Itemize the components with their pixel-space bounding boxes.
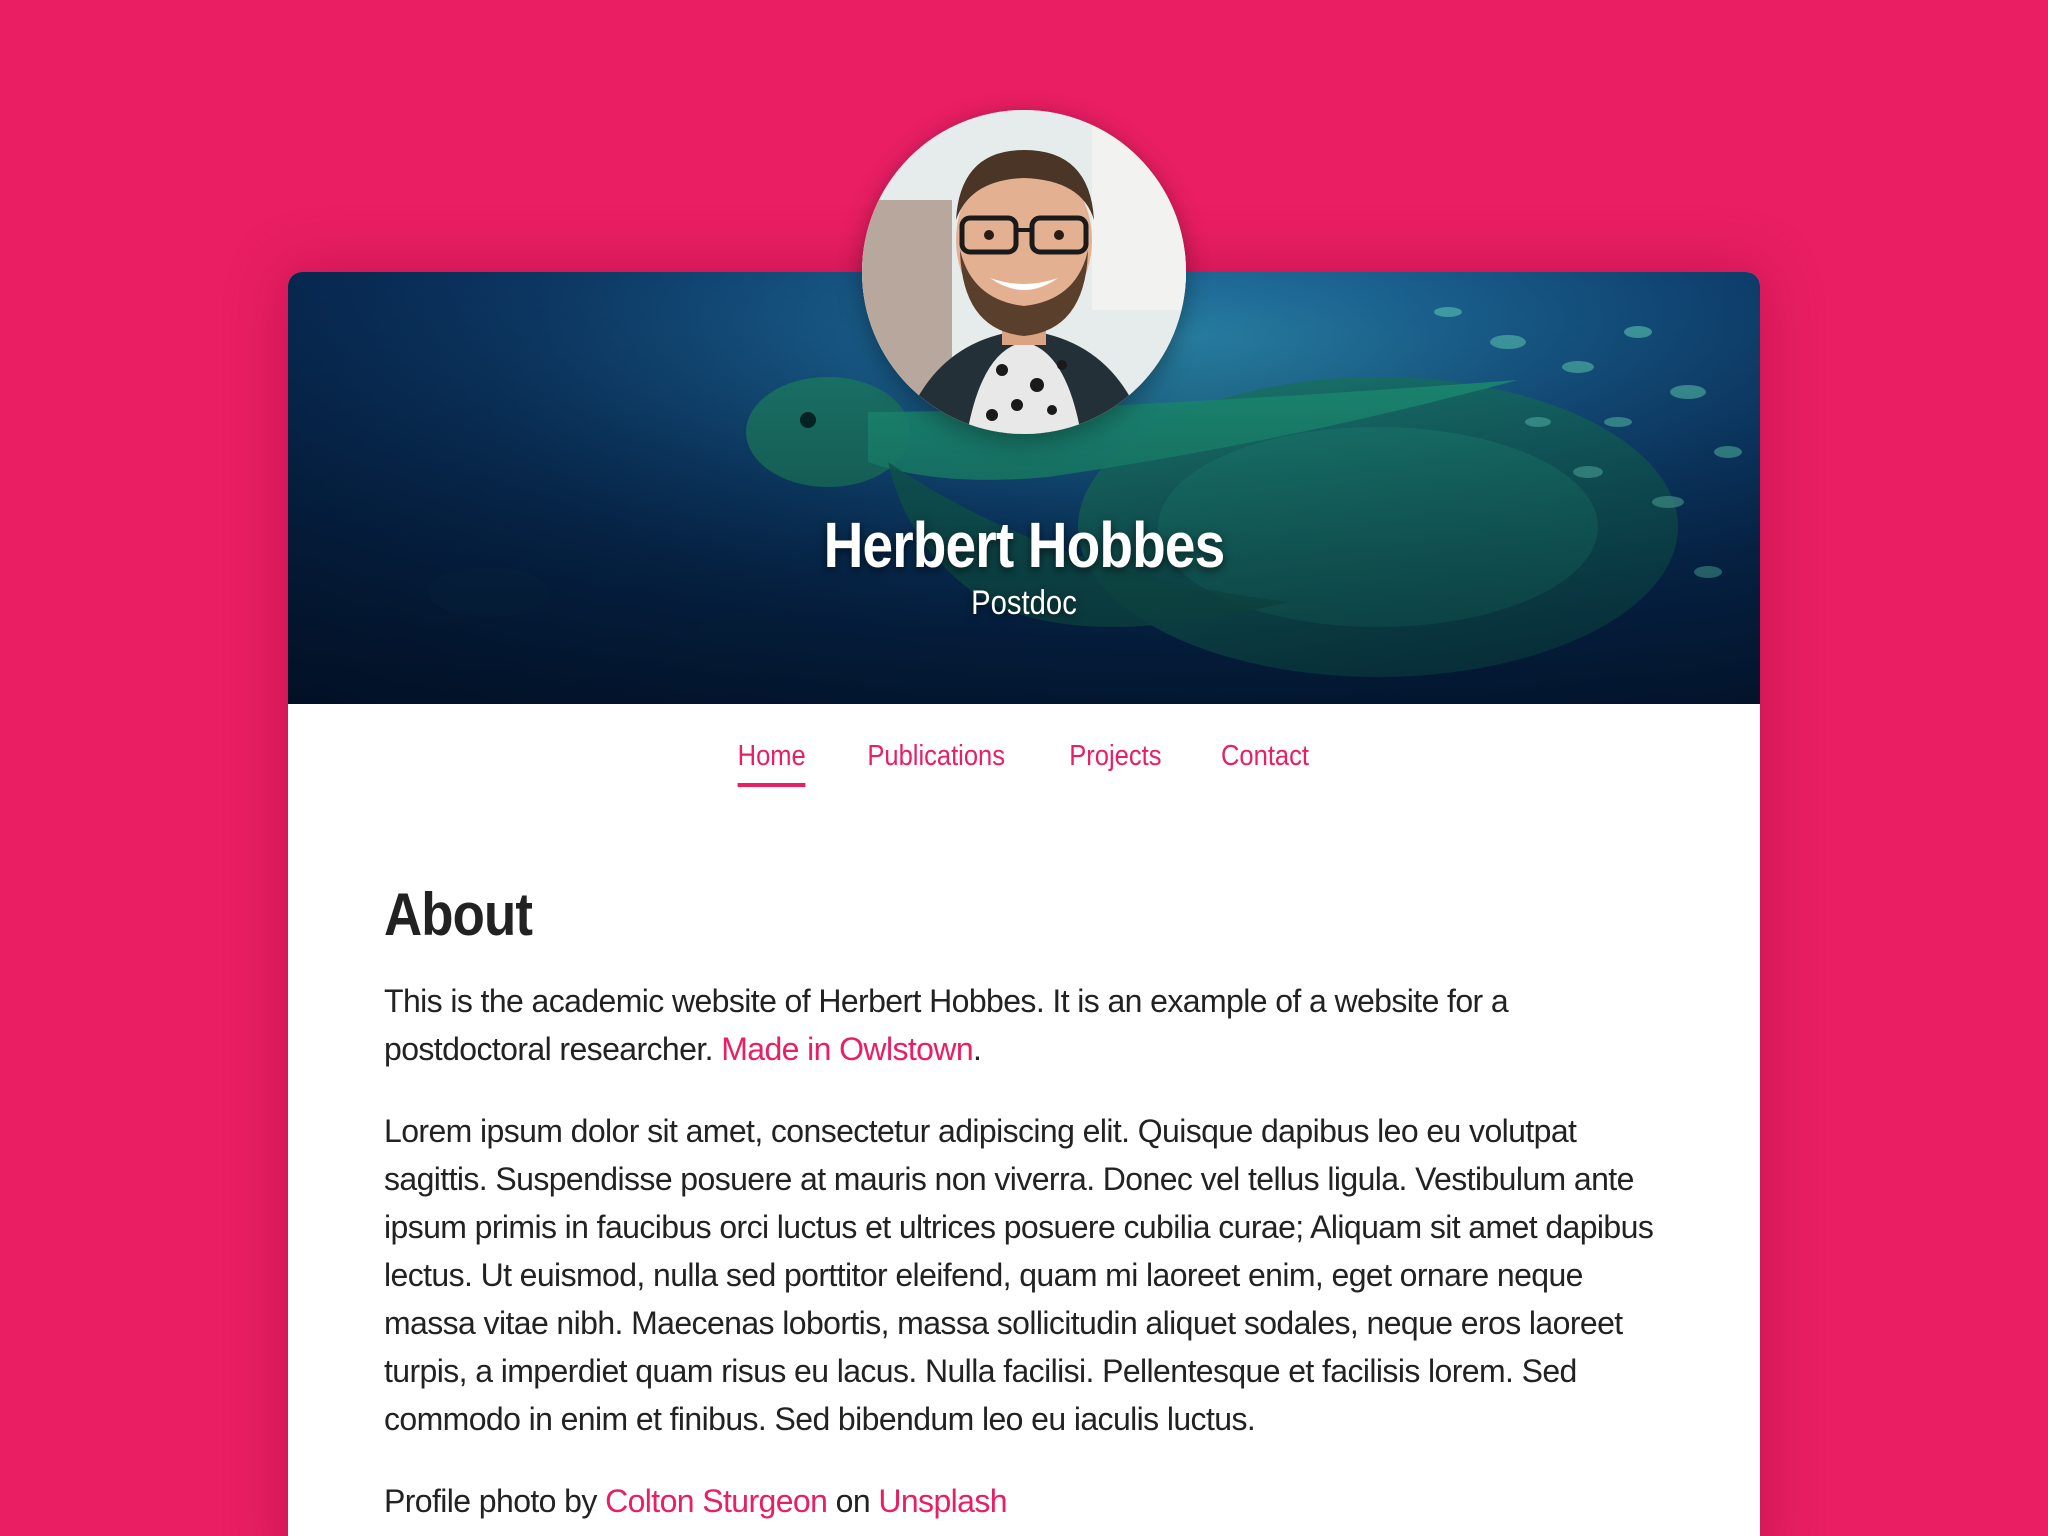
- nav-contact[interactable]: Contact: [1221, 740, 1309, 787]
- about-lorem: Lorem ipsum dolor sit amet, consectetur …: [384, 1113, 1654, 1437]
- avatar: [862, 110, 1186, 434]
- profile-role: Postdoc: [971, 584, 1077, 622]
- credit-prefix: Profile photo by: [384, 1483, 597, 1519]
- unsplash-link[interactable]: Unsplash: [878, 1483, 1007, 1519]
- credit-middle: on: [835, 1483, 871, 1519]
- owlstown-link[interactable]: Made in Owlstown: [721, 1031, 973, 1067]
- about-section: About This is the academic website of He…: [384, 880, 1664, 1536]
- about-intro: This is the academic website of Herbert …: [384, 977, 1664, 1073]
- about-heading: About: [384, 881, 533, 948]
- nav-home[interactable]: Home: [737, 740, 806, 787]
- profile-name: Herbert Hobbes: [823, 509, 1226, 581]
- author-link[interactable]: Colton Sturgeon: [605, 1483, 828, 1519]
- intro-end: .: [973, 1031, 982, 1067]
- nav-projects[interactable]: Projects: [1069, 740, 1161, 787]
- main-nav: Home Publications Projects Contact: [0, 740, 2048, 787]
- photo-credit: Profile photo by Colton Sturgeon on Unsp…: [384, 1477, 1664, 1525]
- nav-publications[interactable]: Publications: [868, 740, 1006, 787]
- portrait-icon: [862, 110, 1186, 434]
